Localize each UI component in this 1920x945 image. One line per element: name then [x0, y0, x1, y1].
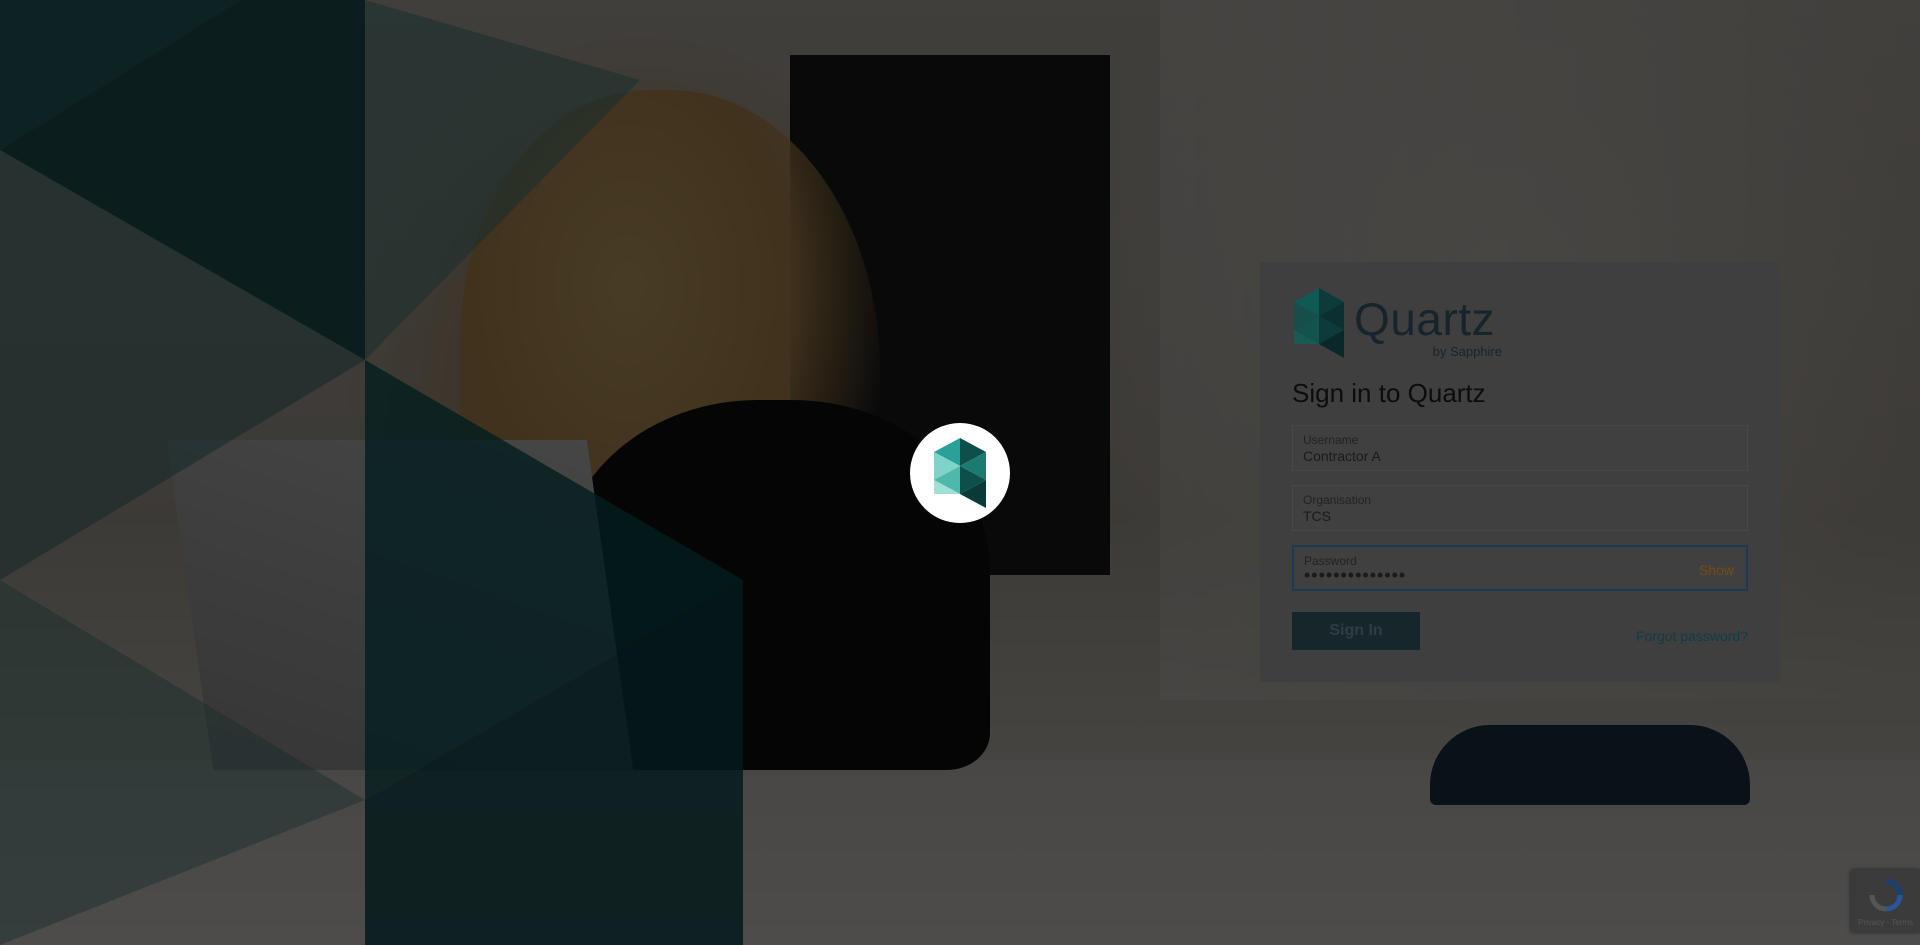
brand-subtitle: by Sapphire: [1432, 344, 1502, 359]
sign-in-button[interactable]: Sign In: [1292, 612, 1420, 650]
brand-name: Quartz: [1354, 293, 1496, 345]
username-label: Username: [1303, 433, 1359, 447]
show-password-button[interactable]: Show: [1699, 562, 1734, 578]
recaptcha-badge[interactable]: Privacy - Terms: [1851, 870, 1920, 932]
recaptcha-icon: [1869, 878, 1903, 912]
page-title: Sign in to Quartz: [1292, 378, 1486, 408]
recaptcha-links[interactable]: Privacy - Terms: [1851, 918, 1920, 927]
brand-wordmark: Quartz by Sapphire: [1354, 288, 1504, 359]
organisation-label: Organisation: [1303, 493, 1372, 507]
username-input[interactable]: Contractor A: [1303, 448, 1663, 464]
quartz-crystal-icon: [1294, 288, 1344, 358]
login-card: Quartz by Sapphire Sign in to Quartz Use…: [1260, 262, 1780, 682]
quartz-crystal-icon: [934, 438, 986, 508]
organisation-field[interactable]: Organisation TCS: [1292, 485, 1748, 531]
password-field[interactable]: Password •••••••••••••• Show: [1292, 545, 1748, 591]
brand-logo: Quartz by Sapphire: [1294, 288, 1504, 359]
organisation-input[interactable]: TCS: [1303, 508, 1663, 524]
forgot-password-link[interactable]: Forgot password?: [1636, 628, 1748, 644]
loading-spinner: [910, 423, 1010, 523]
username-field[interactable]: Username Contractor A: [1292, 425, 1748, 471]
password-input[interactable]: ••••••••••••••: [1304, 565, 1664, 586]
